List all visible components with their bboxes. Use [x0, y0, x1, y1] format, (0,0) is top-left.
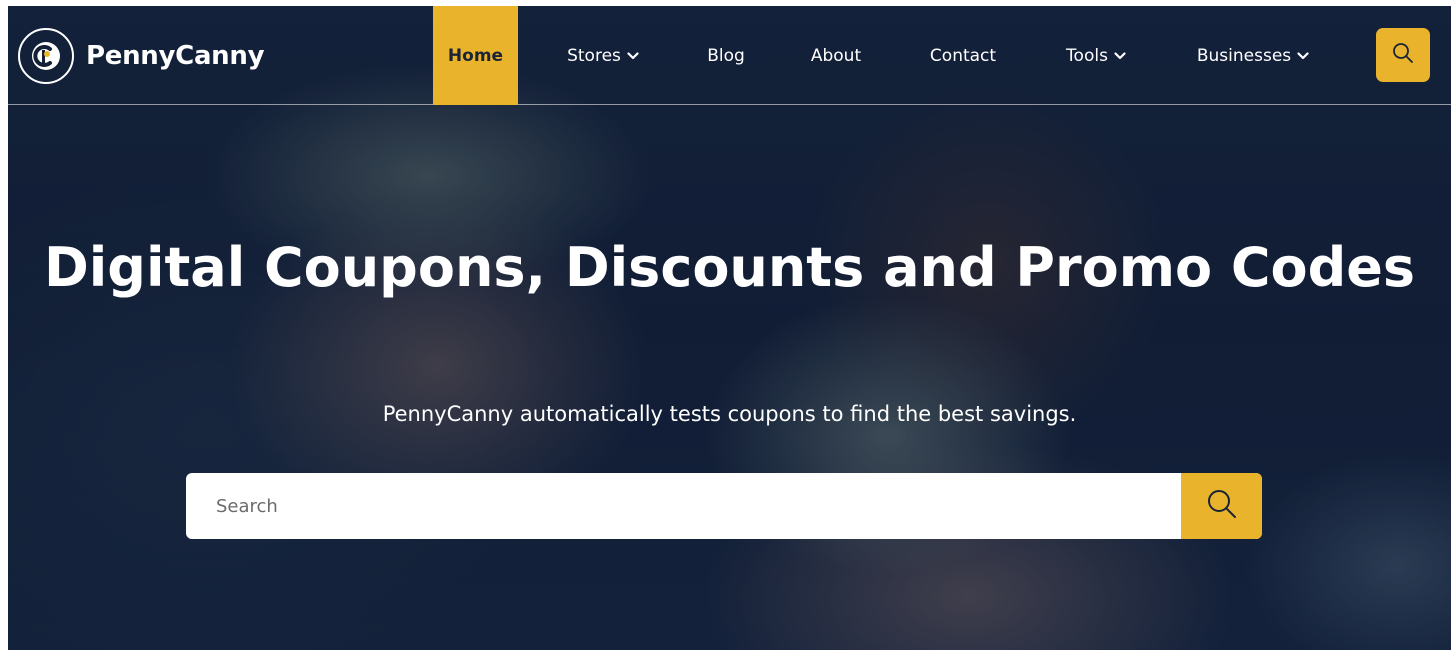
brand-name: PennyCanny: [86, 41, 265, 71]
search-submit-button[interactable]: [1181, 473, 1262, 539]
nav-item-businesses[interactable]: Businesses: [1178, 6, 1328, 105]
penny-coin-logo-icon: [18, 28, 74, 84]
site-logo[interactable]: PennyCanny: [18, 28, 265, 84]
nav-item-label: Home: [447, 45, 504, 66]
nav-item-label: About: [810, 45, 862, 66]
chevron-down-icon: [1114, 51, 1126, 60]
header-search-button[interactable]: [1376, 28, 1430, 82]
hero-search-bar: [186, 473, 1262, 539]
search-icon: [1204, 486, 1240, 526]
nav-item-contact[interactable]: Contact: [913, 6, 1013, 105]
nav-item-label: Stores: [567, 45, 621, 66]
nav-item-blog[interactable]: Blog: [693, 6, 759, 105]
search-icon: [1391, 41, 1415, 69]
navbar: PennyCanny Home Stores Blog About Contac…: [8, 6, 1451, 105]
hero-subtitle: PennyCanny automatically tests coupons t…: [382, 402, 1077, 426]
chevron-down-icon: [1297, 51, 1309, 60]
search-input[interactable]: [186, 473, 1181, 539]
nav-item-tools[interactable]: Tools: [1051, 6, 1141, 105]
page-frame: PennyCanny Home Stores Blog About Contac…: [8, 6, 1451, 650]
nav-item-label: Blog: [707, 45, 745, 66]
nav-item-label: Tools: [1066, 45, 1108, 66]
nav-item-label: Contact: [929, 45, 997, 66]
nav-item-about[interactable]: About: [798, 6, 874, 105]
hero-title: Digital Coupons, Discounts and Promo Cod…: [43, 236, 1416, 299]
nav-item-home[interactable]: Home: [433, 6, 518, 105]
nav-item-stores[interactable]: Stores: [553, 6, 653, 105]
nav-item-label: Businesses: [1196, 45, 1292, 66]
chevron-down-icon: [627, 51, 639, 60]
